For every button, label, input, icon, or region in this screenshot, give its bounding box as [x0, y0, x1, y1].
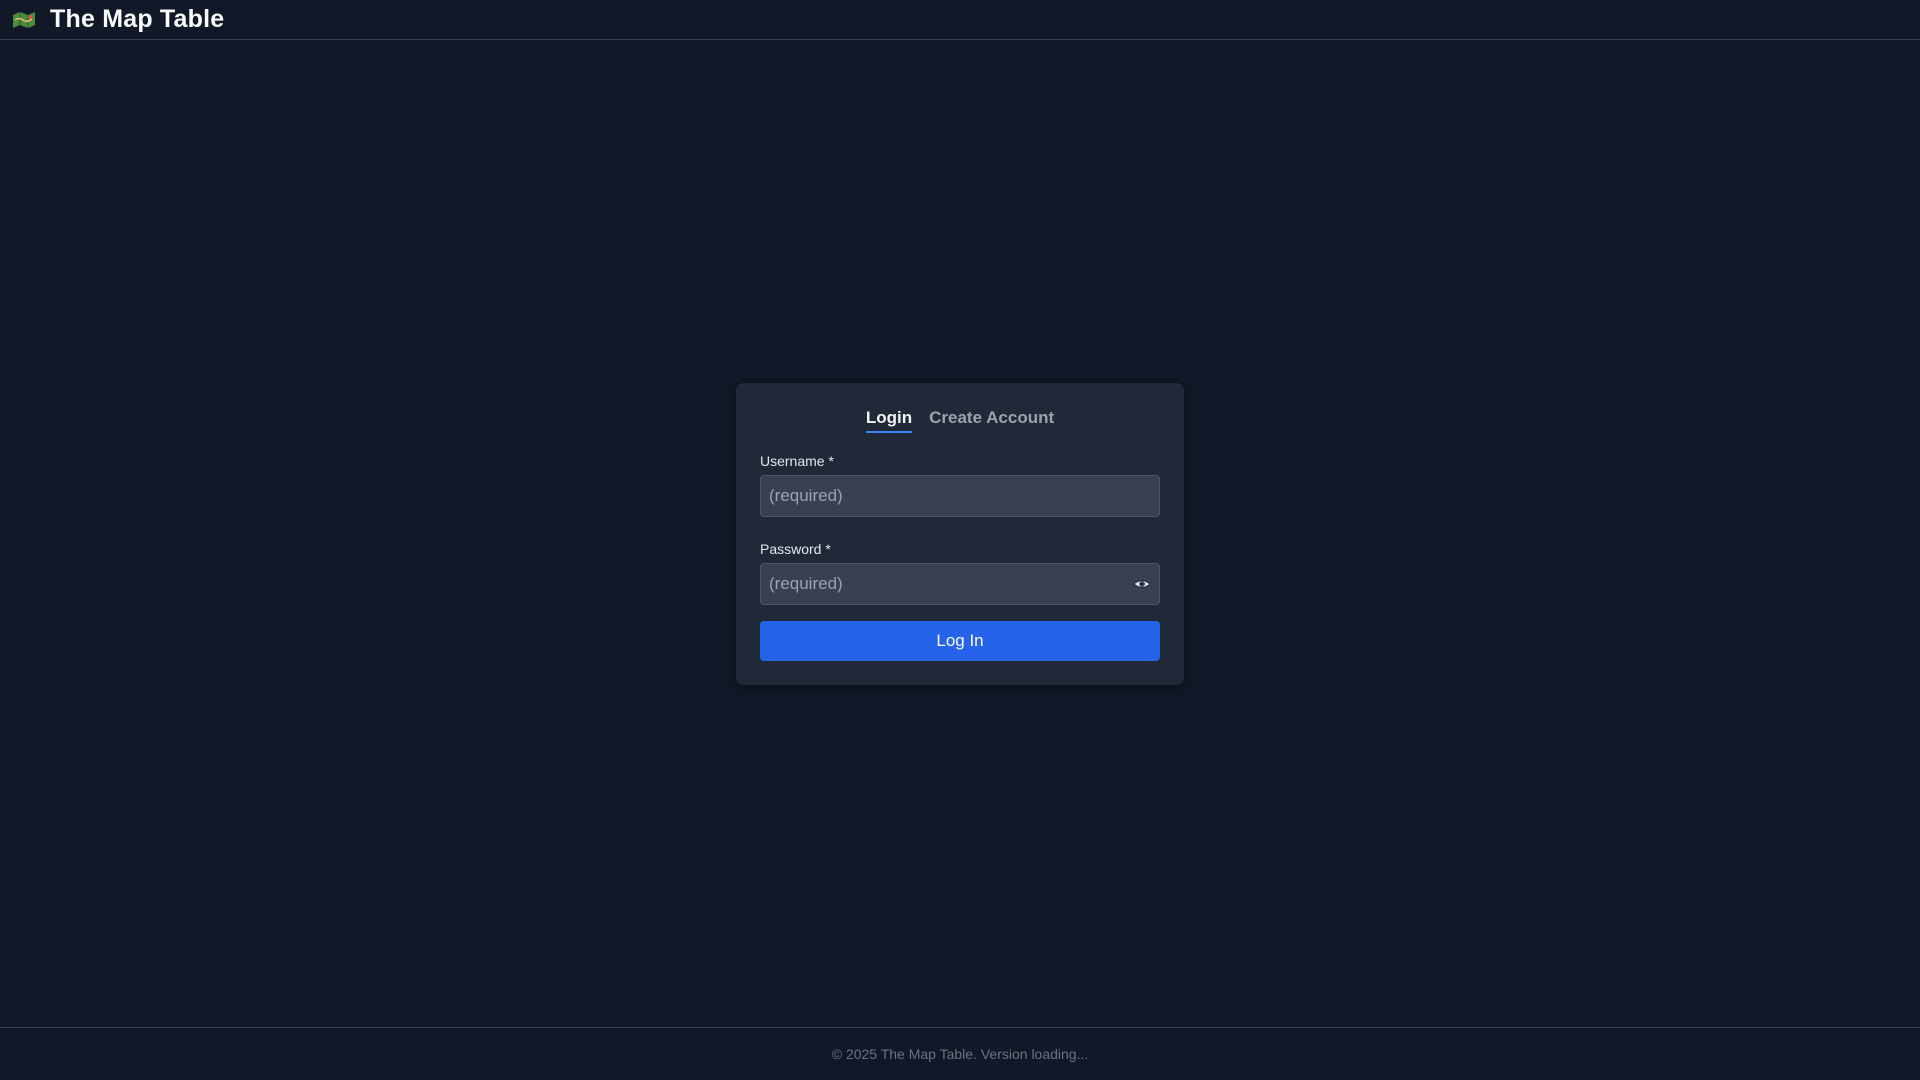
tab-login[interactable]: Login	[865, 407, 913, 433]
username-label: Username *	[760, 453, 834, 469]
app-title: The Map Table	[50, 5, 225, 33]
login-card: Login Create Account Username * Password…	[736, 383, 1184, 685]
map-icon	[12, 11, 36, 29]
footer-text: © 2025 The Map Table. Version loading...	[831, 1046, 1089, 1062]
password-field-wrap	[760, 563, 1160, 605]
login-button[interactable]: Log In	[760, 621, 1160, 661]
page: The Map Table Login Create Account Usern…	[0, 0, 1920, 1080]
password-label: Password *	[760, 541, 831, 557]
top-bar: The Map Table	[0, 0, 1920, 40]
auth-tabs: Login Create Account	[760, 407, 1160, 437]
eye-icon[interactable]	[1132, 574, 1152, 594]
username-input[interactable]	[760, 475, 1160, 517]
footer: © 2025 The Map Table. Version loading...	[0, 1027, 1920, 1080]
password-input[interactable]	[760, 563, 1160, 605]
username-field-wrap	[760, 475, 1160, 517]
tab-create-account[interactable]: Create Account	[929, 407, 1054, 437]
